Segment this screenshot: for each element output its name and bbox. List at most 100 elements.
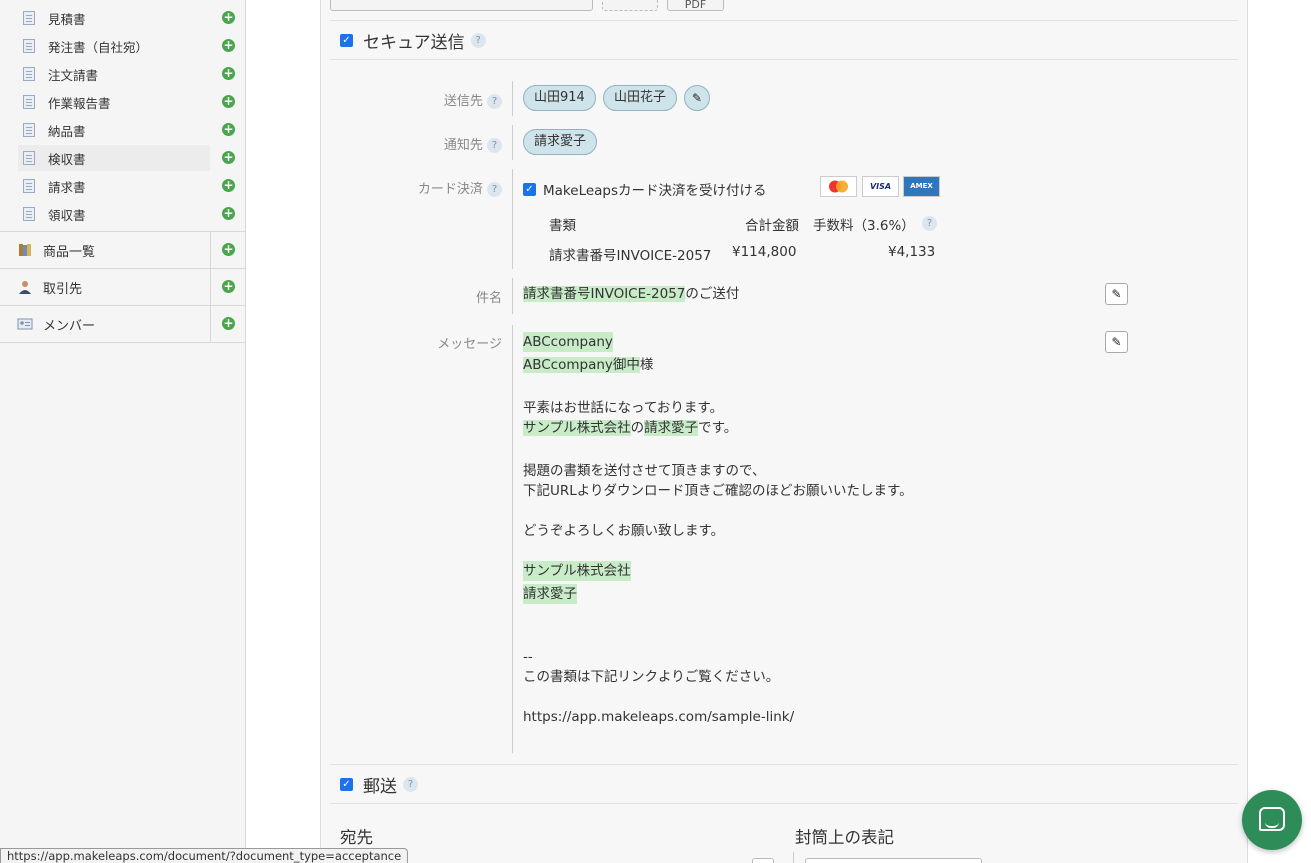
row-total: ¥114,800 <box>732 244 797 260</box>
add-icon[interactable]: + <box>222 207 235 220</box>
add-icon[interactable]: + <box>222 123 235 136</box>
sidebar-item-label: 納品書 <box>48 123 86 139</box>
help-icon[interactable]: ? <box>922 216 937 231</box>
subject-text: 請求書番号INVOICE-2057のご送付 <box>523 284 739 304</box>
recipient-chip[interactable]: 山田花子 <box>603 85 678 111</box>
message-dashes: -- <box>523 649 533 665</box>
message-label: メッセージ <box>437 337 502 352</box>
postal-checkbox[interactable]: ✓ <box>340 777 353 791</box>
id-card-icon <box>17 318 33 330</box>
message-sender-line: サンプル株式会社の請求愛子です。 <box>523 418 737 438</box>
row-document: 請求書番号INVOICE-2057 <box>549 248 712 264</box>
help-icon[interactable]: ? <box>487 138 502 153</box>
divider <box>210 269 211 305</box>
document-icon <box>23 207 35 221</box>
sidebar-item-label: 発注書（自社宛） <box>48 39 149 55</box>
divider <box>793 852 794 863</box>
envelope-heading: 封筒上の表記 <box>795 828 894 847</box>
sidebar-item-label: 商品一覧 <box>43 244 96 260</box>
visa-icon: VISA <box>862 176 899 197</box>
pdf-button[interactable]: PDF <box>667 0 724 11</box>
sidebar-item-receipt[interactable]: 領収書 + <box>18 201 246 227</box>
chat-button[interactable] <box>1242 790 1302 850</box>
add-icon[interactable]: + <box>222 95 235 108</box>
col-document: 書類 <box>549 218 576 234</box>
card-accept-checkbox[interactable]: ✓ <box>523 182 536 196</box>
sidebar: 見積書 + 発注書（自社宛） + 注文請書 + 作業報告書 + 納品書 + 検収… <box>0 0 246 863</box>
sidebar-item-order-confirmation[interactable]: 注文請書 + <box>18 61 246 87</box>
document-icon <box>23 67 35 81</box>
amex-icon: AMEX <box>903 176 940 197</box>
sidebar-item-work-report[interactable]: 作業報告書 + <box>18 89 246 115</box>
divider <box>512 169 513 269</box>
edit-message-button[interactable]: ✎ <box>1105 331 1128 353</box>
card-payment-label: カード決済 ? <box>418 178 502 197</box>
address-heading: 宛先 <box>340 828 373 847</box>
message-company-onchu: ABCcompany御中 <box>523 357 640 373</box>
sidebar-item-acceptance[interactable]: 検収書 + <box>18 145 235 171</box>
card-accept-row[interactable]: ✓ MakeLeapsカード決済を受け付ける <box>523 179 767 199</box>
sidebar-item-purchase-order[interactable]: 発注書（自社宛） + <box>18 33 246 59</box>
envelope-select[interactable] <box>805 858 982 863</box>
add-icon[interactable]: + <box>222 67 235 80</box>
label-column: 送信先 ? 通知先 ? カード決済 ? 件名 メッセージ <box>330 0 502 863</box>
sidebar-item-label: 請求書 <box>48 179 86 195</box>
edit-recipients-icon[interactable]: ✎ <box>684 85 710 111</box>
message-line: 掲題の書類を送付させて頂きますので、 <box>523 463 766 479</box>
message-line: 平素はお世話になっております。 <box>523 400 724 416</box>
message-line: どうぞよろしくお願い致します。 <box>523 523 725 539</box>
sidebar-item-delivery-note[interactable]: 納品書 + <box>18 117 246 143</box>
sidebar-item-clients[interactable]: 取引先 + <box>0 268 246 305</box>
add-icon[interactable]: + <box>222 179 235 192</box>
card-accept-label: MakeLeapsカード決済を受け付ける <box>543 183 767 199</box>
add-icon[interactable]: + <box>222 317 235 330</box>
document-icon <box>23 95 35 109</box>
edit-subject-button[interactable]: ✎ <box>1105 283 1128 305</box>
message-line: この書類は下記リンクよりご覧ください。 <box>523 669 780 685</box>
document-icon <box>23 11 35 25</box>
top-action-button[interactable] <box>602 0 658 11</box>
card-label-text: カード決済 <box>417 182 483 197</box>
document-icon <box>23 39 35 53</box>
divider <box>512 325 513 753</box>
add-icon[interactable]: + <box>222 39 235 52</box>
divider <box>512 81 513 116</box>
add-icon[interactable]: + <box>222 11 235 24</box>
notify-label: 通知先 ? <box>444 134 502 153</box>
book-icon <box>19 244 31 256</box>
sidebar-item-label: 注文請書 <box>48 67 99 83</box>
recipient-chip[interactable]: 山田914 <box>523 85 596 111</box>
sidebar-item-products[interactable]: 商品一覧 + <box>0 231 246 268</box>
sidebar-item-invoice[interactable]: 請求書 + <box>18 173 246 199</box>
notify-chip[interactable]: 請求愛子 <box>523 129 598 155</box>
subject-label: 件名 <box>475 291 502 306</box>
person-icon <box>19 281 31 294</box>
message-addressee: ABCcompany御中様 <box>523 355 653 375</box>
add-icon[interactable]: + <box>222 280 235 293</box>
help-icon[interactable]: ? <box>487 182 502 197</box>
row-fee: ¥4,133 <box>888 244 936 260</box>
sidebar-item-estimate[interactable]: 見積書 + <box>18 5 246 31</box>
document-icon <box>23 151 35 165</box>
message-sender-name: 請求愛子 <box>644 420 699 436</box>
message-signature-name: 請求愛子 <box>523 584 577 604</box>
message-signature-company: サンプル株式会社 <box>523 561 631 581</box>
sidebar-item-members[interactable]: メンバー + <box>0 305 246 343</box>
document-icon <box>23 179 35 193</box>
col-fee: 手数料（3.6%） <box>813 218 915 234</box>
chat-icon <box>1259 807 1285 831</box>
subject-variable: 請求書番号INVOICE-2057 <box>523 286 686 302</box>
status-bar-url: https://app.makeleaps.com/document/?docu… <box>0 848 409 863</box>
divider <box>512 125 513 160</box>
divider <box>210 306 211 342</box>
sidebar-item-label: 領収書 <box>48 207 86 223</box>
help-icon[interactable]: ? <box>487 94 502 109</box>
subject-suffix: のご送付 <box>685 286 740 302</box>
divider <box>512 278 513 314</box>
address-control[interactable] <box>752 858 774 863</box>
message-line: 下記URLよりダウンロード頂きご確認のほどお願いいたします。 <box>523 483 913 499</box>
help-icon[interactable]: ? <box>403 776 418 792</box>
sidebar-item-label: 検収書 <box>48 151 86 167</box>
add-icon[interactable]: + <box>222 151 235 164</box>
add-icon[interactable]: + <box>222 243 235 256</box>
